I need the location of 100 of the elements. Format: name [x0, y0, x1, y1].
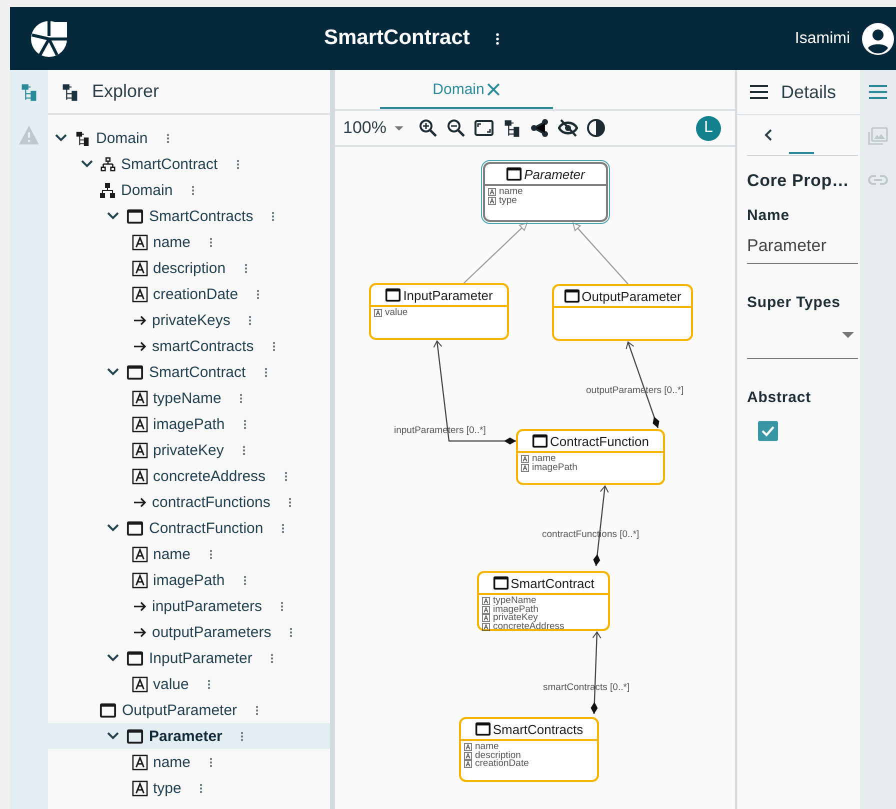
attribute-icon — [132, 260, 148, 276]
tree-item[interactable]: value — [48, 671, 330, 697]
menu-icon[interactable] — [749, 83, 769, 101]
window-icon — [126, 520, 144, 536]
zoom-level[interactable]: 100% — [343, 118, 386, 138]
tree-item[interactable]: outputParameters — [48, 619, 330, 645]
field-label: Name — [747, 207, 790, 224]
attribute-name: name — [475, 743, 499, 752]
sitemap-icon — [99, 182, 116, 198]
window-icon — [126, 208, 144, 224]
app-title: SmartContract — [324, 26, 470, 50]
tree-item[interactable]: smartContracts — [48, 333, 330, 359]
zoom-in-icon[interactable] — [418, 118, 438, 138]
more-icon[interactable] — [495, 31, 500, 47]
tree-item[interactable]: Domain — [48, 125, 330, 151]
attribute-name: type — [499, 196, 517, 205]
class-node[interactable]: Parameter name type — [483, 162, 608, 222]
tree-item[interactable]: Parameter — [48, 723, 330, 749]
tree-icon — [74, 130, 91, 146]
attribute-name: creationDate — [475, 760, 529, 768]
share-icon[interactable] — [530, 118, 550, 138]
generalization-arrow — [464, 222, 528, 284]
attribute-name: name — [532, 455, 556, 464]
generalization-arrow — [572, 222, 628, 284]
contrast-icon[interactable] — [586, 118, 606, 138]
section-title: Core Prop… — [747, 171, 850, 191]
class-name: SmartContracts — [492, 722, 584, 736]
user-avatar[interactable]: L — [696, 116, 721, 140]
tree-item[interactable]: contractFunctions — [48, 489, 330, 515]
sitemap-icon — [100, 156, 116, 172]
attribute-name: concreteAddress — [493, 622, 564, 631]
check-icon — [761, 425, 775, 437]
window-icon — [126, 650, 144, 666]
class-node[interactable]: SmartContracts name description creationDate — [459, 717, 599, 782]
attribute-name: description — [475, 752, 521, 760]
tree-item[interactable]: OutputParameter — [48, 697, 330, 723]
tree-item[interactable]: name — [48, 229, 330, 255]
attribute-icon — [132, 572, 148, 588]
tree-item[interactable]: SmartContracts — [48, 203, 330, 229]
tree-item[interactable]: ContractFunction — [48, 515, 330, 541]
explorer-icon — [60, 82, 80, 102]
class-node[interactable]: InputParameter value — [369, 283, 509, 340]
tree-item[interactable]: typeName — [48, 385, 330, 411]
explorer-icon[interactable] — [19, 82, 39, 102]
tree-item[interactable]: imagePath — [48, 411, 330, 437]
tree-item[interactable]: creationDate — [48, 281, 330, 307]
field-label: Super Types — [747, 294, 842, 311]
tree-item[interactable]: Domain — [48, 177, 330, 203]
tree-item[interactable]: concreteAddress — [48, 463, 330, 489]
fit-screen-icon[interactable] — [474, 118, 494, 138]
window-icon — [492, 575, 509, 591]
window-icon — [99, 702, 117, 718]
attribute-icon — [132, 286, 148, 302]
attribute-name: imagePath — [532, 464, 578, 472]
window-icon — [385, 287, 402, 303]
class-node[interactable]: ContractFunction name imagePath — [516, 429, 665, 485]
attribute-icon — [132, 468, 148, 484]
account-icon[interactable] — [862, 22, 894, 54]
attribute-icon — [132, 442, 148, 458]
attribute-name: typeName — [493, 597, 536, 606]
name-field[interactable]: Parameter — [747, 229, 858, 264]
back-icon[interactable] — [763, 128, 773, 142]
class-name: InputParameter — [403, 288, 493, 302]
attribute-name: name — [499, 188, 523, 196]
window-icon — [126, 728, 144, 744]
tree-item[interactable]: type — [48, 775, 330, 801]
close-icon[interactable] — [487, 83, 500, 96]
tree-item[interactable]: description — [48, 255, 330, 281]
tree-item[interactable]: name — [48, 541, 330, 567]
attribute-icon — [132, 416, 148, 432]
class-node[interactable]: OutputParameter — [552, 284, 693, 341]
window-icon — [126, 364, 144, 380]
panel-title: Explorer — [92, 81, 160, 102]
class-name: Parameter — [524, 166, 585, 182]
attribute-name: privateKey — [493, 614, 538, 622]
tree-item[interactable]: inputParameters — [48, 593, 330, 619]
tree-item[interactable]: SmartContract — [48, 359, 330, 385]
attribute-name: value — [385, 309, 408, 318]
attribute-name: imagePath — [493, 606, 538, 614]
abstract-checkbox[interactable] — [758, 421, 778, 441]
tree-item[interactable]: SmartContract — [48, 151, 330, 177]
field-label: Abstract — [747, 389, 812, 406]
class-name: ContractFunction — [550, 434, 649, 448]
attribute-icon — [132, 234, 148, 250]
zoom-out-icon[interactable] — [446, 118, 466, 138]
attribute-icon — [132, 780, 148, 796]
tree-item[interactable]: privateKeys — [48, 307, 330, 333]
attribute-icon — [132, 390, 148, 406]
tree-item[interactable]: imagePath — [48, 567, 330, 593]
tree-item[interactable]: name — [48, 749, 330, 775]
tree-item[interactable]: InputParameter — [48, 645, 330, 671]
caret-icon — [842, 330, 854, 338]
window-icon — [532, 433, 548, 449]
attribute-icon — [374, 309, 382, 318]
window-icon — [474, 721, 491, 737]
class-name: OutputParameter — [582, 288, 682, 304]
class-node[interactable]: SmartContract typeName imagePath privateKey concreteAddress — [477, 571, 610, 631]
panel-title: Details — [781, 82, 836, 102]
eye-off-icon[interactable] — [558, 118, 578, 138]
tree-item[interactable]: privateKey — [48, 437, 330, 463]
